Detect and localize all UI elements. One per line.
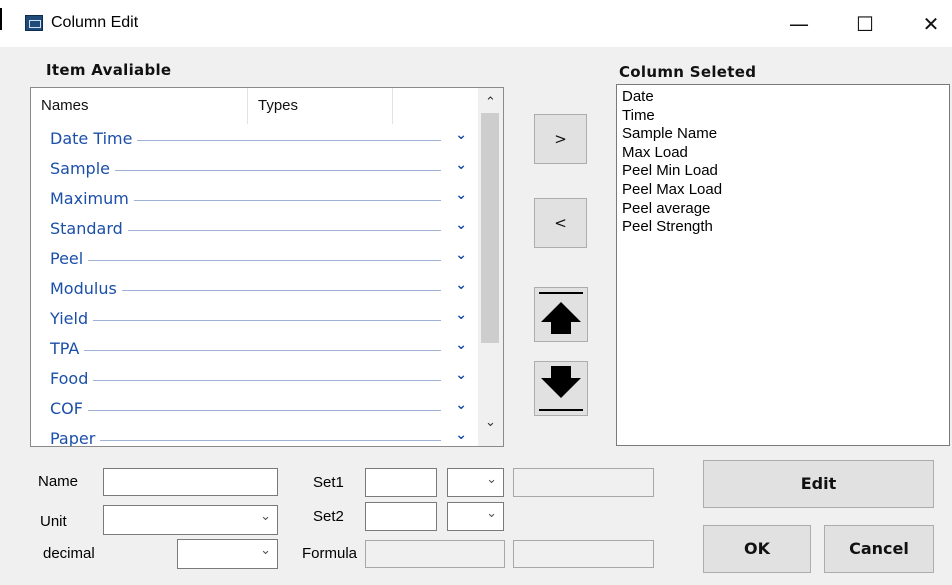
decimal-select[interactable]: ⌄ bbox=[177, 539, 278, 569]
group-line bbox=[50, 350, 441, 351]
list-item[interactable]: Peel ⌄ bbox=[31, 244, 477, 274]
group-line bbox=[50, 440, 441, 441]
window-title: Column Edit bbox=[51, 14, 139, 31]
chevron-down-icon[interactable]: ⌄ bbox=[455, 427, 467, 443]
scroll-down-icon[interactable]: ⌄ bbox=[478, 416, 503, 438]
app-icon bbox=[25, 15, 43, 31]
list-item-label: TPA bbox=[50, 339, 85, 359]
up-arrow-icon bbox=[541, 302, 581, 334]
list-item-label: Date Time bbox=[50, 129, 138, 149]
list-item-label: Peel bbox=[50, 249, 89, 269]
list-item-label: Food bbox=[50, 369, 94, 389]
list-item[interactable]: Peel Min Load bbox=[622, 162, 944, 181]
list-item[interactable]: Maximum ⌄ bbox=[31, 184, 477, 214]
list-item[interactable]: Peel average bbox=[622, 200, 944, 219]
column-separator bbox=[247, 88, 248, 124]
list-item[interactable]: Max Load bbox=[622, 144, 944, 163]
chevron-down-icon[interactable]: ⌄ bbox=[455, 367, 467, 383]
scroll-up-icon[interactable]: ⌃ bbox=[478, 90, 503, 112]
remove-column-button[interactable]: < bbox=[534, 198, 587, 248]
down-arrow-icon bbox=[541, 366, 581, 398]
decimal-label: decimal bbox=[43, 545, 95, 562]
chevron-down-icon[interactable]: ⌄ bbox=[455, 187, 467, 203]
list-item-label: Modulus bbox=[50, 279, 122, 299]
list-item[interactable]: Paper ⌄ bbox=[31, 424, 477, 446]
available-label: Item Avaliable bbox=[46, 61, 172, 79]
list-item[interactable]: COF ⌄ bbox=[31, 394, 477, 424]
list-item[interactable]: Sample Name bbox=[622, 125, 944, 144]
close-button[interactable]: ✕ bbox=[908, 8, 952, 40]
list-item-label: Sample bbox=[50, 159, 115, 179]
chevron-down-icon[interactable]: ⌄ bbox=[455, 247, 467, 263]
formula-label: Formula bbox=[302, 545, 358, 562]
list-item[interactable]: Modulus ⌄ bbox=[31, 274, 477, 304]
divider bbox=[539, 409, 583, 411]
chevron-down-icon[interactable]: ⌄ bbox=[455, 277, 467, 293]
list-item-label: Standard bbox=[50, 219, 128, 239]
list-item[interactable]: Peel Strength bbox=[622, 218, 944, 237]
list-item-label: Maximum bbox=[50, 189, 134, 209]
set1-label: Set1 bbox=[313, 474, 344, 491]
chevron-down-icon[interactable]: ⌄ bbox=[486, 506, 497, 521]
column-header-types[interactable]: Types bbox=[258, 88, 298, 124]
list-item-label: Yield bbox=[50, 309, 94, 329]
chevron-down-icon[interactable]: ⌄ bbox=[260, 543, 271, 558]
column-header-names[interactable]: Names bbox=[41, 88, 89, 124]
list-item[interactable]: Food ⌄ bbox=[31, 364, 477, 394]
vertical-scrollbar[interactable]: ⌃ ⌄ bbox=[478, 88, 503, 446]
chevron-down-icon[interactable]: ⌄ bbox=[455, 397, 467, 413]
list-item[interactable]: Peel Max Load bbox=[622, 181, 944, 200]
list-item[interactable]: Standard ⌄ bbox=[31, 214, 477, 244]
selected-list[interactable]: Date Time Sample Name Max Load Peel Min … bbox=[616, 84, 950, 446]
chevron-down-icon[interactable]: ⌄ bbox=[455, 217, 467, 233]
list-item[interactable]: Time bbox=[622, 107, 944, 126]
ok-button[interactable]: OK bbox=[703, 525, 811, 573]
scroll-thumb[interactable] bbox=[481, 113, 499, 343]
chevron-down-icon[interactable]: ⌄ bbox=[455, 307, 467, 323]
list-item[interactable]: Yield ⌄ bbox=[31, 304, 477, 334]
set1-select[interactable]: ⌄ bbox=[447, 468, 504, 497]
column-separator bbox=[392, 88, 393, 124]
set2-input[interactable] bbox=[365, 502, 437, 531]
title-bar: Column Edit — ☐ ✕ bbox=[0, 0, 952, 47]
move-up-button[interactable] bbox=[534, 287, 588, 342]
add-column-button[interactable]: > bbox=[534, 114, 587, 164]
available-list[interactable]: Names Types Date Time ⌄ Sample ⌄ Maximum… bbox=[30, 87, 504, 447]
list-item[interactable]: TPA ⌄ bbox=[31, 334, 477, 364]
set1-input[interactable] bbox=[365, 468, 437, 497]
chevron-down-icon[interactable]: ⌄ bbox=[486, 472, 497, 487]
group-line bbox=[50, 260, 441, 261]
cancel-button[interactable]: Cancel bbox=[824, 525, 934, 573]
list-item[interactable]: Date Time ⌄ bbox=[31, 124, 477, 154]
name-input[interactable] bbox=[103, 468, 278, 496]
list-item[interactable]: Date bbox=[622, 88, 944, 107]
unit-select[interactable]: ⌄ bbox=[103, 505, 278, 535]
group-line bbox=[50, 320, 441, 321]
set2-label: Set2 bbox=[313, 508, 344, 525]
minimize-button[interactable]: — bbox=[776, 8, 822, 40]
move-down-button[interactable] bbox=[534, 361, 588, 416]
chevron-down-icon[interactable]: ⌄ bbox=[455, 127, 467, 143]
group-line bbox=[50, 410, 441, 411]
chevron-down-icon[interactable]: ⌄ bbox=[260, 509, 271, 524]
divider bbox=[539, 292, 583, 294]
formula-extra-field bbox=[513, 540, 654, 568]
window-edge bbox=[0, 8, 2, 30]
list-item-label: Paper bbox=[50, 429, 101, 446]
maximize-button[interactable]: ☐ bbox=[842, 8, 888, 40]
selected-label: Column Seleted bbox=[619, 63, 757, 81]
set2-select[interactable]: ⌄ bbox=[447, 502, 504, 531]
unit-label: Unit bbox=[40, 513, 67, 530]
list-item-label: COF bbox=[50, 399, 88, 419]
list-item[interactable]: Sample ⌄ bbox=[31, 154, 477, 184]
chevron-down-icon[interactable]: ⌄ bbox=[455, 157, 467, 173]
group-line bbox=[50, 380, 441, 381]
formula-field bbox=[365, 540, 505, 568]
set1-extra-field bbox=[513, 468, 654, 497]
name-label: Name bbox=[38, 473, 79, 490]
edit-button[interactable]: Edit bbox=[703, 460, 934, 508]
chevron-down-icon[interactable]: ⌄ bbox=[455, 337, 467, 353]
